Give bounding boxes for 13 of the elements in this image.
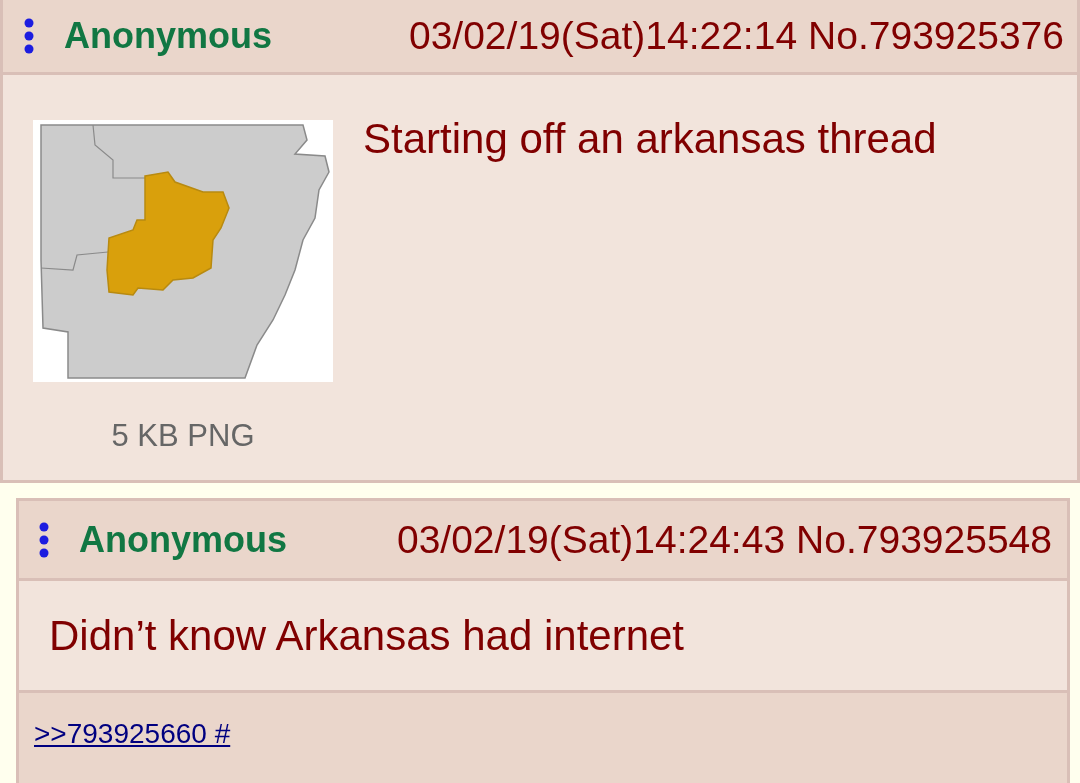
more-options-icon[interactable] [38,521,50,558]
post-date: 03/02/19(Sat)14:24:43 [396,517,786,562]
reply-link[interactable]: >>793925660 # [34,718,231,749]
poster-name: Anonymous [79,518,287,561]
post-comment: Didn’t know Arkansas had internet [49,611,685,660]
more-options-icon[interactable] [23,18,35,54]
file-info: 5 KB PNG [111,418,255,454]
post-comment: Starting off an arkansas thread [363,115,937,163]
post-date: 03/02/19(Sat)14:22:14 [408,14,798,58]
poster-name: Anonymous [64,15,272,57]
map-thumbnail[interactable] [33,120,333,382]
post-number[interactable]: No.793925376 [808,14,1064,58]
post-number[interactable]: No.793925548 [796,517,1052,562]
